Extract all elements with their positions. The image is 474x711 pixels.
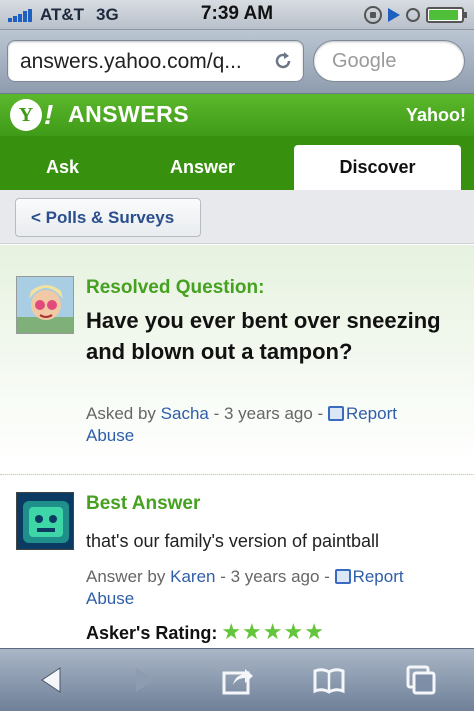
status-icons xyxy=(364,6,467,24)
answer-meta: Answer by Karen - 3 years ago - Report Ab… xyxy=(86,566,446,610)
asker-name-link[interactable]: Sacha xyxy=(161,404,209,423)
logo-bang: ! xyxy=(44,99,54,130)
reload-icon[interactable] xyxy=(272,50,294,72)
url-text: answers.yahoo.com/q... xyxy=(20,50,242,73)
answerer-name-link[interactable]: Karen xyxy=(170,567,215,586)
rating-label: Asker's Rating: xyxy=(86,623,218,643)
question-title: Have you ever bent over sneezing and blo… xyxy=(86,308,441,364)
nav-tabs: Ask Answer Discover xyxy=(0,136,474,190)
tabs-icon[interactable] xyxy=(404,663,438,697)
network-type: 3G xyxy=(96,5,119,24)
browser-toolbar xyxy=(0,648,474,711)
answer-by-label: Answer by xyxy=(86,567,166,586)
answer-text: that's our family's version of paintball xyxy=(86,531,380,551)
report-label: Report xyxy=(345,404,397,423)
back-icon[interactable] xyxy=(34,663,68,697)
signal-icon xyxy=(8,9,34,22)
browser-address-bar: answers.yahoo.com/q... xyxy=(0,30,474,94)
tab-discover[interactable]: Discover xyxy=(294,145,461,190)
best-answer-section: Best Answer that's our family's version … xyxy=(0,476,474,648)
share-icon[interactable] xyxy=(221,663,255,697)
yahoo-home-link[interactable]: Yahoo! xyxy=(406,105,466,126)
asker-avatar[interactable] xyxy=(16,276,74,334)
question-status: Resolved Question: xyxy=(86,277,265,298)
best-answer-heading: Best Answer xyxy=(86,493,201,514)
question-age: - 3 years ago - xyxy=(213,404,324,423)
flag-icon[interactable] xyxy=(334,569,351,584)
abuse-label: Abuse xyxy=(86,426,135,445)
search-input[interactable] xyxy=(332,50,452,73)
forward-icon[interactable] xyxy=(128,663,162,697)
flag-icon[interactable] xyxy=(327,406,344,421)
url-field[interactable]: answers.yahoo.com/q... xyxy=(7,40,304,82)
site-header: Y ! ANSWERS Yahoo! xyxy=(0,94,474,136)
answer-age: - 3 years ago - xyxy=(220,567,330,586)
alarm-icon xyxy=(406,8,420,22)
yahoo-answers-logo[interactable]: Y ! xyxy=(10,99,53,131)
bookmarks-icon[interactable] xyxy=(312,663,346,697)
abuse-label: Abuse xyxy=(86,589,135,608)
rotation-lock-icon xyxy=(364,6,382,24)
question-section: Resolved Question: Have you ever bent ov… xyxy=(0,245,474,475)
back-to-category-button[interactable]: < Polls & Surveys xyxy=(15,198,201,237)
asked-by-label: Asked by xyxy=(86,404,156,423)
tab-answer[interactable]: Answer xyxy=(140,145,265,190)
carrier-name: AT&T xyxy=(40,5,85,24)
battery-icon xyxy=(426,7,467,23)
asker-rating: Asker's Rating: ★★★★★ xyxy=(86,619,325,645)
tab-ask[interactable]: Ask xyxy=(15,145,110,190)
logo-badge: Y xyxy=(10,99,42,131)
star-rating: ★★★★★ xyxy=(221,619,325,644)
answerer-avatar[interactable] xyxy=(16,492,74,550)
play-icon xyxy=(388,8,400,22)
report-label: Report xyxy=(352,567,404,586)
site-title[interactable]: ANSWERS xyxy=(68,101,189,128)
question-meta: Asked by Sacha - 3 years ago - Report Abu… xyxy=(86,403,446,447)
status-bar: AT&T 3G 7:39 AM xyxy=(0,0,474,30)
search-field[interactable] xyxy=(313,40,465,82)
breadcrumb: < Polls & Surveys xyxy=(0,190,474,244)
